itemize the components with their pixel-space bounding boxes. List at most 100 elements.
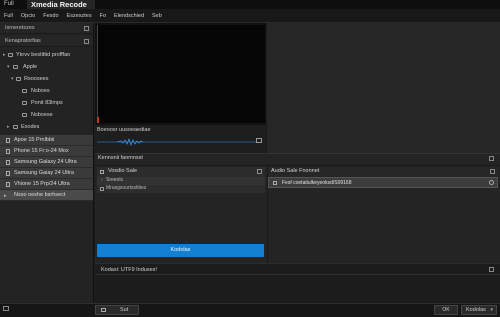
menu-item-check[interactable]: Elendschied <box>114 13 144 19</box>
audio-waveform[interactable] <box>97 136 257 148</box>
settings-title: Kennsnii fanmnsst <box>98 155 143 161</box>
folder-icon <box>16 77 21 81</box>
tree-item-label: Exodes <box>21 124 40 130</box>
expand-icon[interactable] <box>490 169 495 174</box>
expand-icon[interactable] <box>257 169 262 174</box>
video-option-label: Sreeols <box>106 177 123 183</box>
device-item[interactable]: Vhione 15 Prp/24 Ultra <box>0 179 93 190</box>
tree-item-device[interactable]: Nsboes <box>0 85 93 97</box>
folder-icon <box>101 308 106 312</box>
device-item[interactable]: Samsung Galaxy 24 Ultra <box>0 157 93 168</box>
divider <box>95 274 500 275</box>
device-item[interactable]: Samsung Gaiay 24 Ultra <box>0 168 93 179</box>
settings-icon <box>100 187 104 191</box>
sidebar-subheader: Kenapratorfias <box>0 36 93 47</box>
encode-button[interactable]: Kodolas <box>97 244 264 257</box>
menu-item-file[interactable]: Full <box>4 13 13 19</box>
device-item[interactable]: Phone 15 Fr:o-24 Mox <box>0 146 93 157</box>
close-icon[interactable] <box>489 156 494 161</box>
phone-icon <box>6 182 10 187</box>
video-icon <box>100 170 104 174</box>
chevron-down-icon: ▾ <box>11 76 14 82</box>
audio-section-header: Audio Sale Fnonnet <box>268 167 498 177</box>
clip-icon[interactable] <box>256 138 262 143</box>
sidebar-header-label: Ismeretszes <box>5 25 35 31</box>
video-section-header[interactable]: Vosdio Sale <box>97 167 265 177</box>
video-option[interactable]: Mrasgsourtssttiies <box>97 185 265 193</box>
ok-button[interactable]: OK <box>434 305 458 315</box>
divider <box>266 23 267 153</box>
sidebar-header: Ismeretszes <box>0 23 93 34</box>
device-label: Vhione 15 Prp/24 Ultra <box>14 181 70 187</box>
menu-item-settings[interactable]: Eszesztes <box>67 13 92 19</box>
device-icon <box>22 101 27 105</box>
playhead-marker[interactable] <box>97 117 99 123</box>
menu-item-edit[interactable]: Fesdo <box>43 13 58 19</box>
audio-track-row[interactable]: Fesf coetatiulkeyeoksd/S09168 <box>268 177 498 188</box>
tree-item-label: Apple <box>23 64 38 70</box>
tree-item-label: Nsboese <box>31 112 53 118</box>
tree-item-label: Ykrvv bestittid profffao <box>16 52 71 58</box>
phone-icon <box>6 171 10 176</box>
device-item[interactable]: Apoe 15 Prnlbbii <box>0 135 93 146</box>
menu-item-help[interactable]: Seb <box>152 13 162 19</box>
video-option[interactable]: › Sreeols <box>97 177 265 185</box>
tree-item-device[interactable]: Nsboese <box>0 109 93 121</box>
app-menu-button[interactable]: Full <box>4 1 14 7</box>
chevron-down-icon: ▾ <box>7 64 10 70</box>
status-text: Kodasi: UTF9 Induses! <box>101 267 157 273</box>
video-section-label: Vosdio Sale <box>108 168 138 174</box>
encode-dropdown-button[interactable]: Kodolas ▾ <box>461 305 497 315</box>
phone-icon <box>6 149 10 154</box>
tree-item-profiles[interactable]: ▸ Ykrvv bestittid profffao <box>0 49 93 61</box>
device-label: Samsung Gaiay 24 Ultra <box>14 170 74 176</box>
output-button[interactable]: Sut <box>95 305 139 315</box>
device-icon <box>22 113 27 117</box>
menu-item-fo[interactable]: Fo <box>100 13 106 19</box>
panel-toggle-icon[interactable] <box>84 26 89 31</box>
folder-icon <box>8 53 13 57</box>
chevron-right-icon: ▸ <box>7 124 10 130</box>
phone-icon <box>6 138 10 143</box>
audio-icon <box>273 181 277 185</box>
tree-item-label: Ponit 83lmps <box>31 100 63 106</box>
divider <box>95 165 500 166</box>
chevron-right-icon: ▸ <box>3 52 6 58</box>
sidebar-subheader-label: Kenapratorfias <box>5 38 41 44</box>
chevron-right-icon: ▸ <box>4 193 7 199</box>
sidebar-toggle-icon[interactable] <box>3 306 9 311</box>
window-title: Xmedia Recode <box>27 0 95 9</box>
folder-icon <box>13 125 18 129</box>
device-label: Phone 15 Fr:o-24 Mox <box>14 148 69 154</box>
chevron-right-icon: › <box>101 177 103 183</box>
tree-item-apple[interactable]: ▾ Apple <box>0 61 93 73</box>
tree-item-exodes[interactable]: ▸ Exodes <box>0 121 93 133</box>
tree-item-device[interactable]: Ponit 83lmps <box>0 97 93 109</box>
output-button-label: Sut <box>120 307 129 313</box>
gear-icon[interactable] <box>489 180 494 185</box>
chevron-down-icon: ▾ <box>490 307 493 313</box>
tree-item-label: Nsboes <box>31 88 50 94</box>
preview-label: Boeoosr uusoeaediae <box>97 127 151 133</box>
title-bar: Full Xmedia Recode <box>0 0 500 9</box>
bottom-bar <box>0 303 500 317</box>
apple-icon <box>13 65 18 69</box>
phone-icon <box>6 160 10 165</box>
tree-item-label: Rsoosees <box>24 76 49 82</box>
device-label: Samsung Galaxy 24 Ultra <box>14 159 77 165</box>
panel-toggle-icon[interactable] <box>84 39 89 44</box>
encode-dropdown-label: Kodolas <box>466 307 486 313</box>
preview-side-area <box>266 23 500 153</box>
sidebar: Ismeretszes Kenapratorfias ▸ Ykrvv besti… <box>0 23 94 317</box>
device-icon <box>22 89 27 93</box>
tree-item-group[interactable]: ▾ Rsoosees <box>0 73 93 85</box>
device-item-selected[interactable]: ▸ Nsso oeshe bsrhsect <box>0 190 93 201</box>
video-option-label: Mrasgsourtssttiies <box>106 185 147 191</box>
menu-bar: Full Opcio Fesdo Eszesztes Fo Elendschie… <box>0 9 500 23</box>
audio-section-label: Audio Sale Fnonnet <box>271 168 320 174</box>
device-label: Apoe 15 Prnlbbii <box>14 137 55 143</box>
menu-item-options[interactable]: Opcio <box>21 13 35 19</box>
audio-track-label: Fesf coetatiulkeyeoksd/S09168 <box>282 180 352 186</box>
device-label: Nsso oeshe bsrhsect <box>14 192 66 198</box>
close-icon[interactable] <box>489 267 494 272</box>
